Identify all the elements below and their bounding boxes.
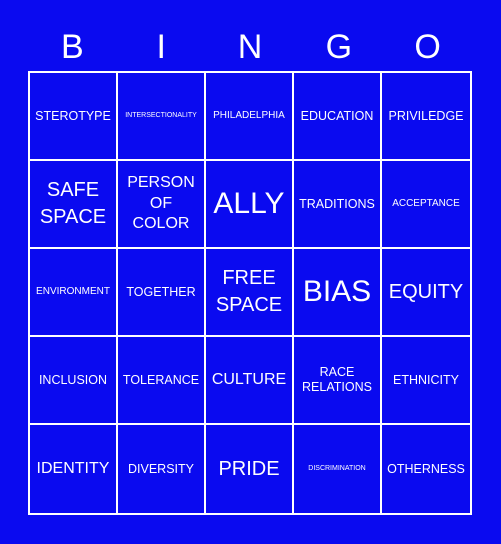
- bingo-cell-label: ETHNICITY: [393, 372, 459, 387]
- bingo-cell-r2-c2[interactable]: PERSON OF COLOR: [118, 161, 206, 249]
- bingo-cell-r4-c2[interactable]: TOLERANCE: [118, 337, 206, 425]
- bingo-cell-r5-c5[interactable]: OTHERNESS: [382, 425, 470, 513]
- bingo-cell-label: INCLUSION: [38, 372, 108, 387]
- bingo-cell-r2-c5[interactable]: ACCEPTANCE: [382, 161, 470, 249]
- bingo-cell-r3-c2[interactable]: TOGETHER: [118, 249, 206, 337]
- bingo-cell-r4-c4[interactable]: RACE RELATIONS: [294, 337, 382, 425]
- bingo-header: B I N G O: [28, 24, 472, 70]
- bingo-cell-label: CULTURE: [211, 370, 287, 388]
- bingo-cell-label: PRIDE: [218, 457, 280, 480]
- bingo-cell-r3-c3[interactable]: FREE SPACE: [206, 249, 294, 337]
- bingo-cell-r1-c4[interactable]: EDUCATION: [294, 73, 382, 161]
- header-letter-n: N: [237, 28, 263, 66]
- header-letter-i: I: [156, 28, 166, 66]
- bingo-cell-label: SAFE SPACE: [39, 179, 107, 228]
- bingo-cell-r1-c3[interactable]: PHILADELPHIA: [206, 73, 294, 161]
- bingo-cell-r1-c5[interactable]: PRIVILEDGE: [382, 73, 470, 161]
- bingo-cell-r5-c1[interactable]: IDENTITY: [30, 425, 118, 513]
- bingo-cell-label: EDUCATION: [300, 108, 374, 123]
- bingo-cell-label: PERSON OF COLOR: [127, 173, 195, 233]
- bingo-cell-label: EQUITY: [388, 280, 464, 303]
- header-letter-b: B: [61, 28, 84, 66]
- bingo-cell-r1-c1[interactable]: STEROTYPE: [30, 73, 118, 161]
- bingo-cell-label: TOLERANCE: [122, 372, 200, 387]
- bingo-cell-label: ENVIRONMENT: [36, 286, 110, 297]
- bingo-cell-label: DISCRIMINATION: [308, 464, 366, 472]
- bingo-cell-r2-c3[interactable]: ALLY: [206, 161, 294, 249]
- bingo-cell-r3-c5[interactable]: EQUITY: [382, 249, 470, 337]
- bingo-cell-label: TRADITIONS: [299, 196, 375, 211]
- bingo-cell-label: OTHERNESS: [387, 461, 465, 476]
- bingo-cell-r2-c4[interactable]: TRADITIONS: [294, 161, 382, 249]
- bingo-cell-r4-c3[interactable]: CULTURE: [206, 337, 294, 425]
- header-letter-g: G: [325, 28, 353, 66]
- bingo-cell-r5-c4[interactable]: DISCRIMINATION: [294, 425, 382, 513]
- bingo-cell-r1-c2[interactable]: INTERSECTIONALITY: [118, 73, 206, 161]
- bingo-cell-label: INTERSECTIONALITY: [125, 111, 197, 119]
- bingo-cell-label: ACCEPTANCE: [392, 198, 460, 209]
- bingo-cell-label: BIAS: [302, 275, 372, 308]
- bingo-cell-label: ALLY: [213, 187, 285, 220]
- bingo-cell-label: PRIVILEDGE: [388, 108, 464, 123]
- bingo-cell-label: TOGETHER: [126, 284, 196, 299]
- header-letter-o: O: [414, 28, 441, 66]
- bingo-cell-label: RACE RELATIONS: [302, 365, 372, 394]
- bingo-cell-r4-c5[interactable]: ETHNICITY: [382, 337, 470, 425]
- bingo-cell-r5-c3[interactable]: PRIDE: [206, 425, 294, 513]
- bingo-cell-r3-c1[interactable]: ENVIRONMENT: [30, 249, 118, 337]
- bingo-cell-label: IDENTITY: [36, 459, 110, 477]
- bingo-cell-r2-c1[interactable]: SAFE SPACE: [30, 161, 118, 249]
- bingo-cell-r5-c2[interactable]: DIVERSITY: [118, 425, 206, 513]
- bingo-cell-label: DIVERSITY: [128, 461, 194, 476]
- bingo-cell-label: FREE SPACE: [215, 267, 283, 316]
- bingo-card-grid: STEROTYPE INTERSECTIONALITY PHILADELPHIA ED…: [28, 71, 472, 515]
- bingo-cell-label: STEROTYPE: [35, 108, 111, 123]
- bingo-cell-r3-c4[interactable]: BIAS: [294, 249, 382, 337]
- bingo-cell-label: PHILADELPHIA: [213, 110, 285, 121]
- bingo-cell-r4-c1[interactable]: INCLUSION: [30, 337, 118, 425]
